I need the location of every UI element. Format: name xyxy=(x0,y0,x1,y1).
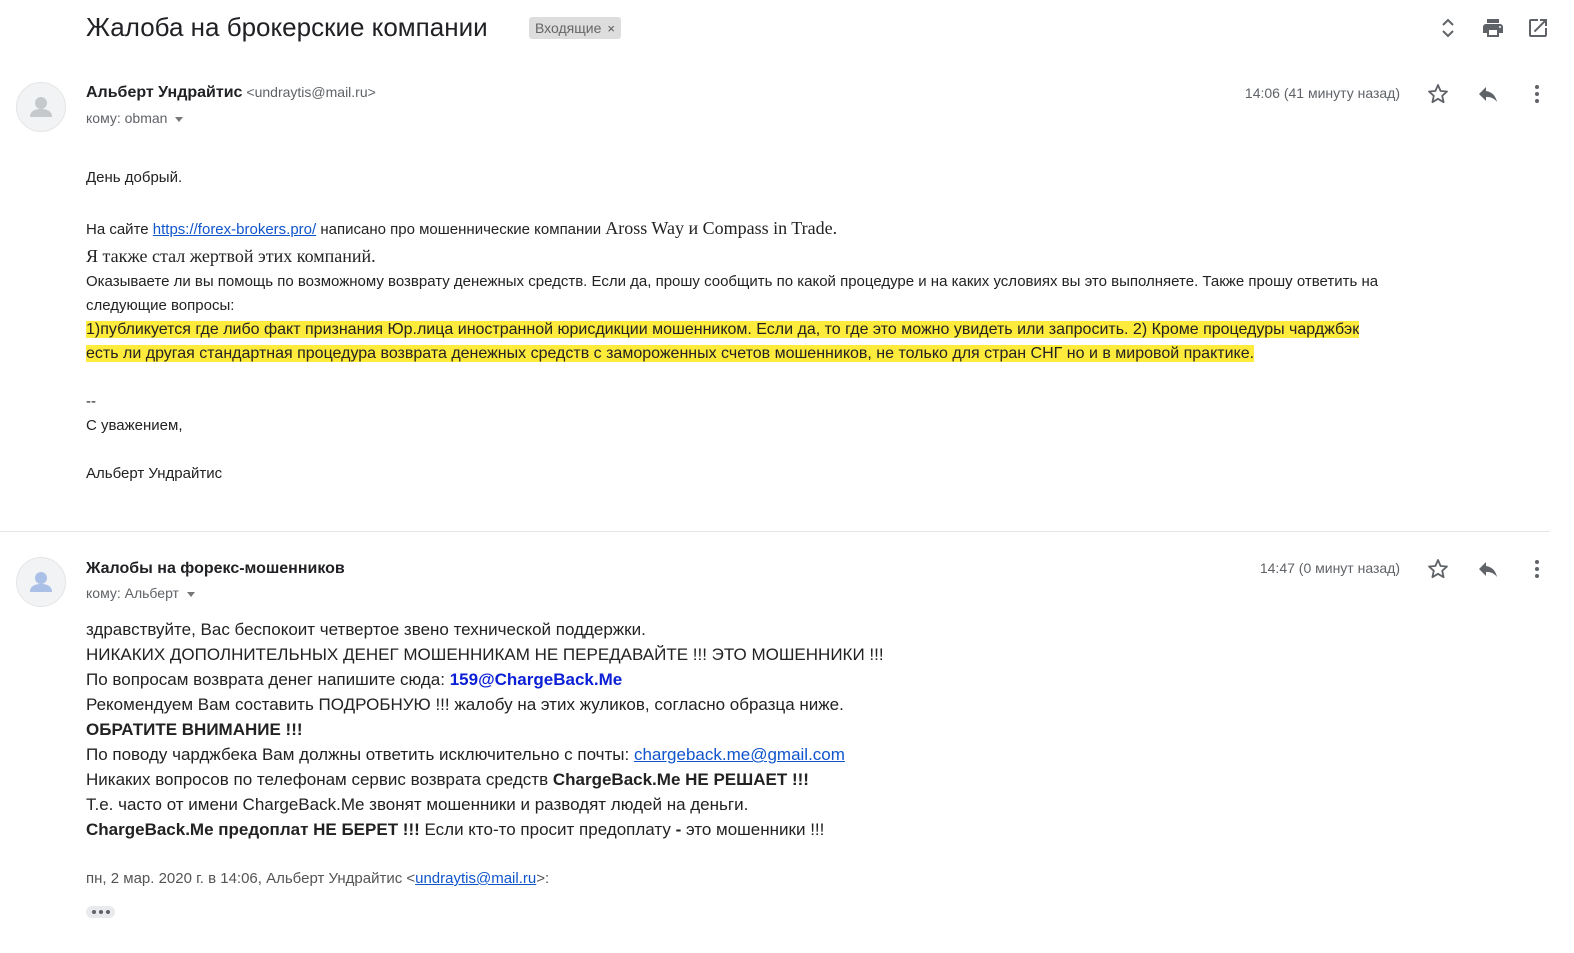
body-line: По поводу чарджбека Вам должны ответить … xyxy=(86,742,1486,767)
text: По поводу чарджбека Вам должны ответить … xyxy=(86,745,634,764)
body-line: Оказываете ли вы помощь по возможному во… xyxy=(86,273,1379,290)
body-line: ОБРАТИТЕ ВНИМАНИЕ !!! xyxy=(86,720,303,739)
unfold-icon[interactable] xyxy=(1436,16,1460,40)
more-vert-icon[interactable] xyxy=(1525,82,1549,106)
chevron-down-icon xyxy=(175,116,184,122)
sender-name: Жалобы на форекс-мошенников xyxy=(86,560,345,577)
message-time: 14:47 (0 минут назад) xyxy=(1259,560,1400,576)
dot xyxy=(98,910,103,914)
highlighted-line: 1)публикуется где либо факт признания Юр… xyxy=(86,318,1536,342)
signature-separator: -- xyxy=(86,393,96,410)
message-divider xyxy=(0,531,1550,532)
print-icon[interactable] xyxy=(1481,16,1505,40)
recipient-label: кому: Альберт xyxy=(86,585,179,601)
bold-text: ChargeBack.Me предоплат НЕ БЕРЕТ !!! xyxy=(86,820,420,839)
message-sender[interactable]: Жалобы на форекс-мошенников xyxy=(86,560,345,578)
body-line: здравствуйте, Вас беспокоит четвертое зв… xyxy=(86,620,646,639)
recipient-label: кому: obman xyxy=(86,110,168,126)
companies-text: Aross Way и Compass in Trade. xyxy=(605,218,838,238)
remove-label-icon[interactable]: × xyxy=(607,21,615,36)
reply-icon[interactable] xyxy=(1476,557,1500,581)
person-icon xyxy=(30,572,52,592)
inbox-label-chip[interactable]: Входящие × xyxy=(529,17,621,39)
label-text: Входящие xyxy=(535,20,602,36)
recipient-dropdown[interactable]: кому: obman xyxy=(86,110,184,126)
sender-avatar xyxy=(16,557,66,607)
thread-subject: Жалоба на брокерские компании xyxy=(86,12,488,42)
body-line: Т.е. часто от имени ChargeBack.Me звонят… xyxy=(86,795,749,814)
quote-email-link[interactable]: undraytis@mail.ru xyxy=(415,870,536,887)
text: На сайте xyxy=(86,221,153,238)
chevron-down-icon xyxy=(186,591,195,597)
message-sender[interactable]: Альберт Ундрайтис <undraytis@mail.ru> xyxy=(86,84,376,102)
sender-name: Альберт Ундрайтис xyxy=(86,84,243,101)
open-in-new-icon[interactable] xyxy=(1526,16,1550,40)
text: Никаких вопросов по телефонам сервис воз… xyxy=(86,770,553,789)
sender-email: <undraytis@mail.ru> xyxy=(246,84,376,100)
body-line: Я также стал жертвой этих компаний. xyxy=(86,246,376,266)
body-line: По вопросам возврата денег напишите сюда… xyxy=(86,667,1486,692)
highlighted-line: есть ли другая стандартная процедура воз… xyxy=(86,342,1536,366)
body-line: Рекомендуем Вам составить ПОДРОБНУЮ !!! … xyxy=(86,695,844,714)
star-icon[interactable] xyxy=(1426,82,1450,106)
body-line: следующие вопросы: xyxy=(86,297,235,314)
bold-text: ChargeBack.Me НЕ РЕШАЕТ !!! xyxy=(552,770,809,789)
star-icon[interactable] xyxy=(1426,557,1450,581)
text: Если кто-то просит предоплату xyxy=(419,820,676,839)
text: По вопросам возврата денег напишите сюда… xyxy=(86,670,450,689)
message-body: здравствуйте, Вас беспокоит четвертое зв… xyxy=(86,617,1486,842)
text: написано про мошеннические компании xyxy=(316,221,606,238)
greeting: День добрый. xyxy=(86,169,183,186)
show-trimmed-content-button[interactable] xyxy=(86,906,115,918)
quote-header: пн, 2 мар. 2020 г. в 14:06, Альберт Ундр… xyxy=(86,870,549,887)
dot xyxy=(91,910,96,914)
contact-email[interactable]: 159@ChargeBack.Me xyxy=(450,670,623,689)
recipient-dropdown[interactable]: кому: Альберт xyxy=(86,585,195,601)
message-time: 14:06 (41 минуту назад) xyxy=(1244,85,1400,101)
text: пн, 2 мар. 2020 г. в 14:06, Альберт Ундр… xyxy=(86,870,416,887)
text: >: xyxy=(536,870,550,887)
highlight-text: 1)публикуется где либо факт признания Юр… xyxy=(86,321,1360,338)
message-body: День добрый. На сайте https://forex-brok… xyxy=(86,166,1536,486)
body-line: ChargeBack.Me предоплат НЕ БЕРЕТ !!! Есл… xyxy=(86,817,1486,842)
body-line: Никаких вопросов по телефонам сервис воз… xyxy=(86,767,1486,792)
more-vert-icon[interactable] xyxy=(1525,557,1549,581)
signature-regards: С уважением, xyxy=(86,417,183,434)
dot xyxy=(105,910,110,914)
reply-icon[interactable] xyxy=(1476,82,1500,106)
body-line: НИКАКИХ ДОПОЛНИТЕЛЬНЫХ ДЕНЕГ МОШЕННИКАМ … xyxy=(86,645,884,664)
gmail-link[interactable]: chargeback.me@gmail.com xyxy=(634,745,845,764)
body-line: На сайте https://forex-brokers.pro/ напи… xyxy=(86,216,1536,242)
site-link[interactable]: https://forex-brokers.pro/ xyxy=(153,221,316,238)
signature-name: Альберт Ундрайтис xyxy=(86,465,223,482)
person-icon xyxy=(30,97,52,117)
sender-avatar xyxy=(16,82,66,132)
text: это мошенники !!! xyxy=(681,820,825,839)
highlight-text: есть ли другая стандартная процедура воз… xyxy=(86,345,1255,362)
